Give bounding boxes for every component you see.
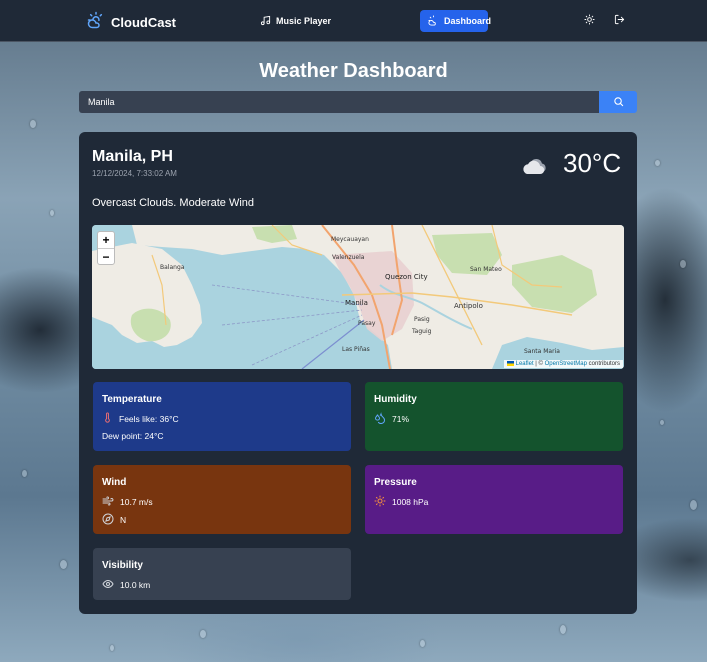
feels-like-value: Feels like: 36°C — [119, 413, 179, 424]
svg-text:Valenzuela: Valenzuela — [332, 254, 365, 261]
visibility-row: 10.0 km — [102, 578, 150, 592]
sun-icon — [374, 495, 386, 509]
nav-music-player[interactable]: Music Player — [252, 10, 339, 32]
svg-text:Santa Maria: Santa Maria — [524, 348, 560, 355]
droplets-icon — [374, 412, 386, 426]
temperature-tile-title: Temperature — [102, 394, 162, 405]
pressure-row: 1008 hPa — [374, 495, 428, 509]
city-name: Manila, PH — [92, 148, 173, 165]
theme-toggle-button[interactable] — [581, 13, 597, 29]
brand-name: CloudCast — [111, 15, 176, 30]
humidity-tile-title: Humidity — [374, 394, 417, 405]
logout-button[interactable] — [611, 13, 627, 29]
zoom-out-button[interactable]: − — [98, 248, 114, 264]
svg-text:Meycauayan: Meycauayan — [331, 236, 369, 243]
humidity-row: 71% — [374, 412, 409, 426]
nav-music-label: Music Player — [276, 16, 332, 26]
wind-speed-value: 10.7 m/s — [120, 497, 153, 507]
openstreetmap-link[interactable]: OpenStreetMap — [545, 361, 587, 367]
humidity-value: 71% — [392, 414, 410, 424]
visibility-tile: Visibility 10.0 km — [93, 548, 351, 600]
svg-text:Balanga: Balanga — [160, 264, 185, 271]
zoom-in-button[interactable]: + — [98, 232, 114, 248]
dew-point-value: Dew point: 24°C — [102, 431, 164, 441]
map-attribution: Leaflet | © OpenStreetMap contributors — [503, 359, 623, 368]
leaflet-link[interactable]: Leaflet — [516, 361, 534, 367]
weather-description: Overcast Clouds. Moderate Wind — [92, 197, 255, 209]
feels-like-row: Feels like: 36°C — [102, 412, 179, 425]
eye-icon — [102, 578, 114, 592]
pressure-value: 1008 hPa — [392, 497, 429, 507]
svg-text:Manila: Manila — [345, 299, 368, 307]
pressure-tile-title: Pressure — [374, 477, 417, 488]
wind-tile: Wind 10.7 m/s N — [93, 465, 351, 534]
search-icon — [613, 95, 624, 110]
map-tiles: Meycauayan Valenzuela Quezon City Manila… — [92, 225, 624, 369]
svg-text:Quezon City: Quezon City — [385, 273, 428, 281]
weather-map[interactable]: Meycauayan Valenzuela Quezon City Manila… — [92, 225, 624, 369]
svg-text:Antipolo: Antipolo — [454, 302, 483, 310]
svg-text:Taguig: Taguig — [411, 328, 432, 335]
local-datetime: 12/12/2024, 7:33:02 AM — [92, 169, 177, 178]
compass-icon — [102, 513, 114, 527]
wind-direction-value: N — [120, 515, 127, 525]
attribution-separator: | © — [533, 361, 545, 367]
attribution-contributors: contributors — [586, 361, 620, 367]
music-note-icon — [260, 15, 271, 28]
ukraine-flag-icon — [506, 360, 514, 366]
search-button[interactable] — [599, 91, 637, 113]
brand[interactable]: CloudCast — [87, 11, 176, 34]
wind-icon — [102, 495, 114, 509]
visibility-value: 10.0 km — [120, 580, 151, 590]
nav-dashboard[interactable]: Dashboard — [420, 10, 492, 32]
cloud-icon — [428, 14, 439, 28]
weather-card: Manila, PH 12/12/2024, 7:33:02 AM 30°C O… — [79, 132, 637, 614]
dew-point-row: Dew point: 24°C — [102, 431, 164, 441]
current-temperature: 30°C — [563, 148, 622, 178]
navbar: CloudCast Music Player Dashboard — [0, 0, 707, 42]
page-title: Weather Dashboard — [259, 60, 448, 82]
humidity-tile: Humidity 71% — [365, 382, 623, 451]
visibility-tile-title: Visibility — [102, 560, 143, 571]
svg-text:San Mateo: San Mateo — [470, 266, 502, 273]
wind-tile-title: Wind — [102, 477, 127, 488]
cloud-sun-logo-icon — [87, 11, 105, 34]
temperature-tile: Temperature Feels like: 36°C Dew point: … — [93, 382, 351, 451]
pressure-tile: Pressure 1008 hPa — [365, 465, 623, 534]
map-zoom-control: + − — [97, 231, 115, 265]
city-search-input[interactable] — [79, 91, 599, 113]
wind-speed-row: 10.7 m/s — [102, 495, 153, 509]
svg-text:Las Piñas: Las Piñas — [342, 346, 370, 353]
thermometer-icon — [102, 412, 113, 425]
nav-dashboard-label: Dashboard — [444, 16, 492, 26]
svg-text:Pasig: Pasig — [414, 316, 430, 323]
overcast-cloud-icon — [522, 154, 550, 181]
svg-text:Pasay: Pasay — [358, 320, 376, 327]
wind-direction-row: N — [102, 513, 126, 527]
logout-icon — [614, 12, 625, 30]
sun-icon — [583, 12, 595, 30]
